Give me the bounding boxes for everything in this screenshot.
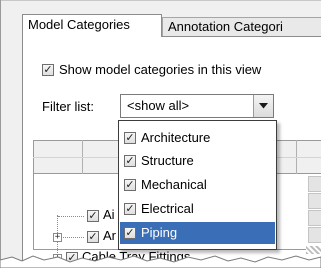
- tree-row-checkbox[interactable]: ✓: [87, 210, 99, 222]
- filter-option-label: Piping: [141, 225, 178, 240]
- show-model-categories-checkbox[interactable]: ✓: [42, 64, 54, 76]
- filter-option-checkbox[interactable]: ✓: [124, 155, 136, 167]
- tree-connector: [58, 216, 84, 218]
- filter-option-mechanical[interactable]: ✓ Mechanical: [120, 174, 275, 196]
- tree-row-label: Ai: [103, 207, 115, 222]
- tree-row-checkbox[interactable]: ✓: [87, 231, 99, 243]
- show-model-categories-label: Show model categories in this view: [59, 62, 262, 77]
- filter-option-piping[interactable]: ✓ Piping: [120, 222, 275, 244]
- table-cell: [308, 210, 321, 226]
- filter-option-checkbox[interactable]: ✓: [124, 203, 136, 215]
- table-cell: [308, 176, 321, 192]
- tree-row-label: Ar: [103, 228, 116, 243]
- filter-option-architecture[interactable]: ✓ Architecture: [120, 127, 275, 149]
- table-cell: [308, 227, 321, 243]
- filter-option-label: Architecture: [141, 130, 211, 145]
- filter-option-structure[interactable]: ✓ Structure: [120, 150, 275, 172]
- filter-option-checkbox[interactable]: ✓: [124, 132, 136, 144]
- dialog-border-top: [0, 0, 321, 1]
- filter-option-electrical[interactable]: ✓ Electrical: [120, 198, 275, 220]
- filter-dropdown-button[interactable]: [253, 95, 273, 117]
- torn-edge: [0, 255, 321, 268]
- tab-annotation-categories[interactable]: Annotation Categori: [162, 17, 321, 38]
- filter-list-label: Filter list:: [42, 99, 94, 114]
- filter-option-label: Electrical: [141, 201, 194, 216]
- dialog-border-left: [0, 0, 1, 268]
- filter-list-combobox[interactable]: <show all>: [120, 94, 274, 118]
- tab-model-categories[interactable]: Model Categories: [22, 14, 162, 37]
- expand-icon[interactable]: +: [53, 233, 62, 242]
- filter-option-checkbox[interactable]: ✓: [124, 179, 136, 191]
- filter-option-label: Structure: [141, 153, 194, 168]
- filter-list-value: <show all>: [127, 98, 190, 113]
- filter-dropdown-list: ✓ Architecture ✓ Structure ✓ Mechanical …: [118, 120, 277, 250]
- filter-option-checkbox[interactable]: ✓: [124, 227, 136, 239]
- tree-connector: [63, 237, 84, 239]
- chevron-down-icon: [259, 103, 268, 109]
- visibility-graphics-dialog: Annotation Categori Model Categories ✓ S…: [0, 0, 321, 268]
- filter-option-label: Mechanical: [141, 177, 207, 192]
- table-cell: [308, 193, 321, 209]
